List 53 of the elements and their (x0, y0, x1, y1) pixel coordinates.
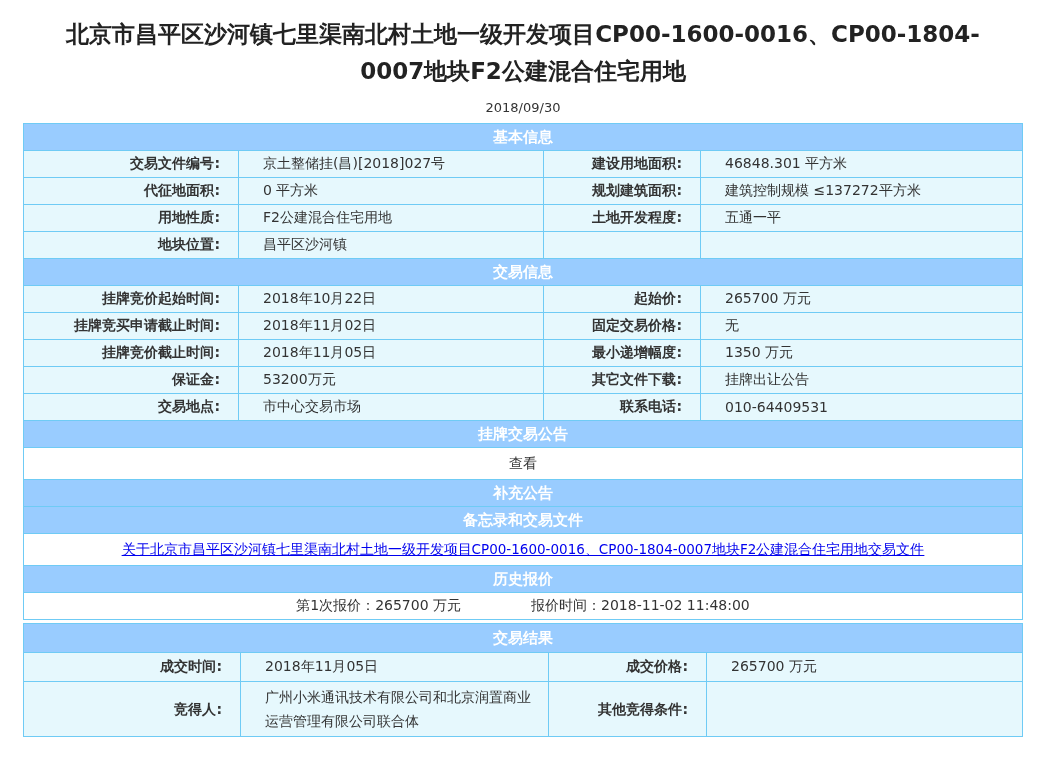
field-label: 交易地点: (23, 393, 239, 421)
field-label: 起始价: (543, 285, 701, 313)
field-label: 竞得人: (23, 681, 241, 737)
field-value: 五通一平 (700, 204, 1023, 232)
field-label: 规划建筑面积: (543, 177, 701, 205)
field-value: 广州小米通讯技术有限公司和北京润置商业运营管理有限公司联合体 (240, 681, 549, 737)
field-label: 成交时间: (23, 652, 241, 682)
field-label: 地块位置: (23, 231, 239, 259)
field-value: 挂牌出让公告 (700, 366, 1023, 394)
field-label: 土地开发程度: (543, 204, 701, 232)
publish-date: 2018/09/30 (484, 100, 562, 115)
field-label: 代征地面积: (23, 177, 239, 205)
field-label: 其它文件下载: (543, 366, 701, 394)
bid-time: 报价时间：2018-11-02 11:48:00 (531, 597, 750, 613)
field-label: 固定交易价格: (543, 312, 701, 340)
field-label: 建设用地面积: (543, 150, 701, 178)
field-value: 265700 万元 (700, 285, 1023, 313)
field-label: 其他竞得条件: (548, 681, 707, 737)
field-value: 265700 万元 (706, 652, 1023, 682)
section-header: 备忘录和交易文件 (23, 506, 1023, 534)
section-header: 历史报价 (23, 565, 1023, 593)
field-value: 京土整储挂(昌)[2018]027号 (238, 150, 544, 178)
field-label: 挂牌竞价起始时间: (23, 285, 239, 313)
section-header: 交易信息 (23, 258, 1023, 286)
field-value: 010-64409531 (700, 393, 1023, 421)
field-value: F2公建混合住宅用地 (238, 204, 544, 232)
view-link[interactable]: 查看 (23, 447, 1023, 480)
bid-price: 第1次报价：265700 万元 (296, 597, 462, 613)
section-header: 挂牌交易公告 (23, 420, 1023, 448)
field-label: 保证金: (23, 366, 239, 394)
field-value: 建筑控制规模 ≤137272平方米 (700, 177, 1023, 205)
field-value: 2018年11月02日 (238, 312, 544, 340)
field-label: 用地性质: (23, 204, 239, 232)
field-value: 无 (700, 312, 1023, 340)
field-label: 最小递增幅度: (543, 339, 701, 367)
field-value: 2018年11月05日 (238, 339, 544, 367)
field-value: 市中心交易市场 (238, 393, 544, 421)
field-label: 挂牌竞价截止时间: (23, 339, 239, 367)
field-label: 挂牌竞买申请截止时间: (23, 312, 239, 340)
field-label: 联系电话: (543, 393, 701, 421)
field-value: 53200万元 (238, 366, 544, 394)
page-title: 北京市昌平区沙河镇七里渠南北村土地一级开发项目CP00-1600-0016、CP00-1804-0007地块F2公建混合住宅用地 (64, 20, 981, 86)
field-value: 1350 万元 (700, 339, 1023, 367)
field-value: 0 平方米 (238, 177, 544, 205)
section-header: 基本信息 (23, 123, 1023, 151)
field-value: 昌平区沙河镇 (238, 231, 544, 259)
field-value: 2018年10月22日 (238, 285, 544, 313)
field-label: 交易文件编号: (23, 150, 239, 178)
section-header: 补充公告 (23, 479, 1023, 507)
section-header: 交易结果 (23, 623, 1023, 653)
field-value: 46848.301 平方米 (700, 150, 1023, 178)
field-value: 2018年11月05日 (240, 652, 549, 682)
field-label: 成交价格: (548, 652, 707, 682)
